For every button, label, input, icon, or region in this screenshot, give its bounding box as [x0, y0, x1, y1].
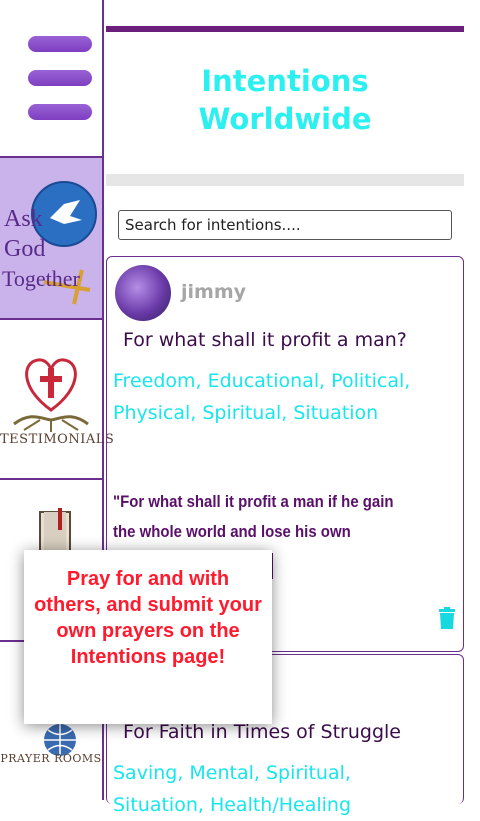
intention-title[interactable]: For Faith in Times of Struggle [123, 721, 401, 743]
page-title-line2: Worldwide [198, 102, 372, 136]
ask-god-together-logo-icon: Ask God Together [2, 181, 97, 305]
hamburger-menu-button[interactable] [0, 0, 102, 158]
intention-title[interactable]: For what shall it profit a man? [123, 329, 407, 351]
intention-tags: Saving, Mental, Spiritual, Situation, He… [113, 762, 352, 816]
header-divider [106, 26, 464, 32]
intention-quote: "For what shall it profit a man if he ga… [113, 492, 394, 541]
trash-icon[interactable] [439, 607, 455, 629]
testimonials-link[interactable]: TESTIMONIALS [0, 320, 115, 480]
section-divider [106, 174, 464, 186]
intention-tags: Freedom, Educational, Political, Physica… [113, 370, 411, 424]
page-title-line1: Intentions [201, 64, 369, 98]
search-input[interactable] [118, 210, 452, 240]
ask-god-together-link[interactable]: Ask God Together [0, 158, 102, 320]
globe-icon [44, 724, 76, 756]
onboarding-tooltip[interactable]: Pray for and with others, and submit you… [24, 550, 272, 724]
ask-text: Ask [4, 206, 43, 232]
avatar[interactable] [115, 265, 171, 321]
testimonials-label: TESTIMONIALS [0, 432, 115, 447]
together-text: Together [2, 266, 81, 291]
username[interactable]: jimmy [181, 281, 246, 303]
menu-bar [28, 104, 92, 120]
page-title: Intentions Worldwide [106, 62, 464, 138]
god-text: God [4, 236, 45, 262]
menu-bar [28, 70, 92, 86]
prayer-rooms-label: PRAYER ROOMS [0, 752, 102, 765]
menu-bar [28, 36, 92, 52]
